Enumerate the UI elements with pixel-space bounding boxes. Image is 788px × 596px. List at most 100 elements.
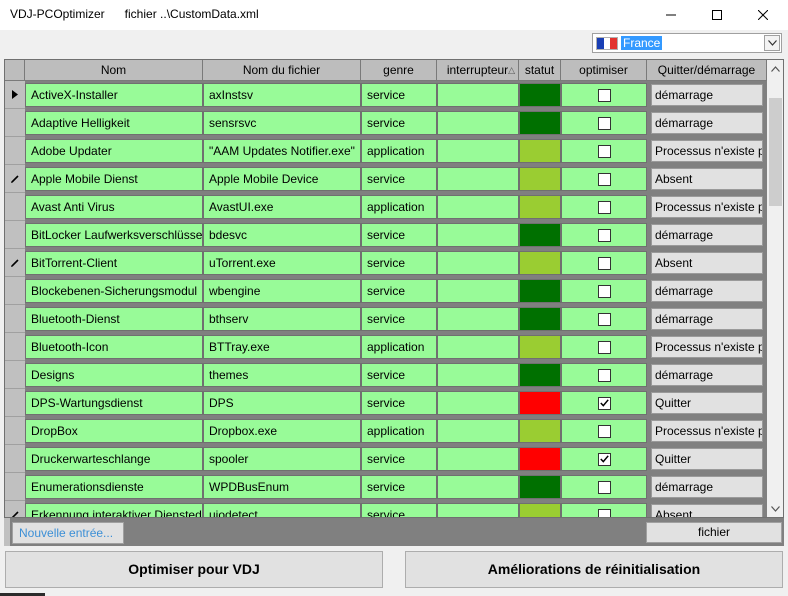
row-header[interactable] <box>5 221 25 249</box>
optimize-checkbox[interactable] <box>597 116 611 130</box>
cell-file[interactable]: bdesvc <box>203 223 361 247</box>
cell-switch[interactable] <box>437 139 519 163</box>
language-dropdown-button[interactable] <box>764 35 780 51</box>
optimize-checkbox[interactable] <box>597 200 611 214</box>
table-row[interactable]: BitTorrent-Client uTorrent.exe service Abse… <box>5 249 767 277</box>
action-button[interactable]: démarrage <box>651 84 763 106</box>
cell-file[interactable]: wbengine <box>203 279 361 303</box>
action-button[interactable]: Processus n'existe p <box>651 420 763 442</box>
table-row[interactable]: Druckerwarteschlange spooler service Quitte… <box>5 445 767 473</box>
action-button[interactable]: Processus n'existe p <box>651 140 763 162</box>
cell-genre[interactable]: service <box>361 223 437 247</box>
cell-genre[interactable]: application <box>361 335 437 359</box>
cell-switch[interactable] <box>437 335 519 359</box>
table-row[interactable]: DPS-Wartungsdienst DPS service Quitter <box>5 389 767 417</box>
optimize-checkbox[interactable] <box>597 228 611 242</box>
cell-file[interactable]: uiodetect <box>203 503 361 517</box>
cell-name[interactable]: BitTorrent-Client <box>25 251 203 275</box>
row-header[interactable] <box>5 249 25 277</box>
row-header[interactable] <box>5 501 25 517</box>
row-header[interactable] <box>5 109 25 137</box>
cell-name[interactable]: Erkennung interaktiver Dienstedi <box>25 503 203 517</box>
cell-name[interactable]: DropBox <box>25 419 203 443</box>
optimize-checkbox[interactable] <box>597 480 611 494</box>
cell-name[interactable]: Adaptive Helligkeit <box>25 111 203 135</box>
cell-file[interactable]: BTTray.exe <box>203 335 361 359</box>
cell-file[interactable]: Dropbox.exe <box>203 419 361 443</box>
row-header[interactable] <box>5 417 25 445</box>
cell-switch[interactable] <box>437 251 519 275</box>
cell-file[interactable]: spooler <box>203 447 361 471</box>
row-header[interactable] <box>5 81 25 109</box>
cell-switch[interactable] <box>437 475 519 499</box>
row-header[interactable] <box>5 137 25 165</box>
action-button[interactable]: démarrage <box>651 280 763 302</box>
cell-file[interactable]: DPS <box>203 391 361 415</box>
optimize-checkbox[interactable] <box>597 256 611 270</box>
header-col-genre[interactable]: genre <box>361 60 437 81</box>
optimize-checkbox[interactable] <box>597 340 611 354</box>
cell-file[interactable]: WPDBusEnum <box>203 475 361 499</box>
cell-file[interactable]: AvastUI.exe <box>203 195 361 219</box>
table-row[interactable]: ActiveX-Installer axInstsv service démarrag… <box>5 81 767 109</box>
action-button[interactable]: démarrage <box>651 224 763 246</box>
action-button[interactable]: Processus n'existe p <box>651 196 763 218</box>
header-col-statut[interactable]: statut <box>519 60 561 81</box>
cell-genre[interactable]: service <box>361 251 437 275</box>
action-button[interactable]: démarrage <box>651 476 763 498</box>
cell-switch[interactable] <box>437 167 519 191</box>
cell-genre[interactable]: service <box>361 83 437 107</box>
row-header[interactable] <box>5 361 25 389</box>
row-header[interactable] <box>5 389 25 417</box>
table-row[interactable]: DropBox Dropbox.exe application Processus n… <box>5 417 767 445</box>
action-button[interactable]: démarrage <box>651 308 763 330</box>
cell-name[interactable]: Druckerwarteschlange <box>25 447 203 471</box>
optimize-checkbox[interactable] <box>597 144 611 158</box>
header-col-nom[interactable]: Nom <box>25 60 203 81</box>
cell-genre[interactable]: service <box>361 307 437 331</box>
cell-switch[interactable] <box>437 111 519 135</box>
table-row[interactable]: Bluetooth-Icon BTTray.exe application Proce… <box>5 333 767 361</box>
action-button[interactable]: Absent <box>651 168 763 190</box>
header-col-quitter-demarrage[interactable]: Quitter/démarrage <box>647 60 767 81</box>
table-row[interactable]: Apple Mobile Dienst Apple Mobile Device se… <box>5 165 767 193</box>
minimize-button[interactable] <box>648 0 694 30</box>
cell-name[interactable]: Apple Mobile Dienst <box>25 167 203 191</box>
action-button[interactable]: démarrage <box>651 364 763 386</box>
table-row[interactable]: Adobe Updater "AAM Updates Notifier.exe" a… <box>5 137 767 165</box>
cell-switch[interactable] <box>437 503 519 517</box>
scroll-thumb[interactable] <box>769 98 782 206</box>
row-header[interactable] <box>5 277 25 305</box>
cell-name[interactable]: Avast Anti Virus <box>25 195 203 219</box>
language-select[interactable]: France <box>592 33 782 53</box>
action-button[interactable]: Absent <box>651 252 763 274</box>
cell-name[interactable]: DPS-Wartungsdienst <box>25 391 203 415</box>
optimize-checkbox[interactable] <box>597 312 611 326</box>
action-button[interactable]: Quitter <box>651 392 763 414</box>
table-row[interactable]: Enumerationsdienste WPDBusEnum service déma… <box>5 473 767 501</box>
cell-switch[interactable] <box>437 279 519 303</box>
row-header[interactable] <box>5 305 25 333</box>
action-button[interactable]: Absent <box>651 504 763 517</box>
close-button[interactable] <box>740 0 786 30</box>
cell-name[interactable]: Bluetooth-Icon <box>25 335 203 359</box>
row-header[interactable] <box>5 473 25 501</box>
cell-file[interactable]: bthserv <box>203 307 361 331</box>
cell-switch[interactable] <box>437 195 519 219</box>
table-row[interactable]: Avast Anti Virus AvastUI.exe application Pr… <box>5 193 767 221</box>
cell-file[interactable]: sensrsvc <box>203 111 361 135</box>
header-col-interrupteur[interactable]: interrupteur △ <box>437 60 519 81</box>
cell-genre[interactable]: application <box>361 195 437 219</box>
cell-genre[interactable]: service <box>361 279 437 303</box>
table-row[interactable]: BitLocker Laufwerksverschlüssel bdesvc ser… <box>5 221 767 249</box>
cell-file[interactable]: themes <box>203 363 361 387</box>
cell-name[interactable]: ActiveX-Installer <box>25 83 203 107</box>
table-row[interactable]: Designs themes service démarrage <box>5 361 767 389</box>
cell-switch[interactable] <box>437 83 519 107</box>
cell-switch[interactable] <box>437 363 519 387</box>
cell-name[interactable]: Designs <box>25 363 203 387</box>
cell-file[interactable]: uTorrent.exe <box>203 251 361 275</box>
vertical-scrollbar[interactable] <box>767 60 783 517</box>
optimize-checkbox[interactable] <box>597 452 611 466</box>
cell-genre[interactable]: application <box>361 419 437 443</box>
